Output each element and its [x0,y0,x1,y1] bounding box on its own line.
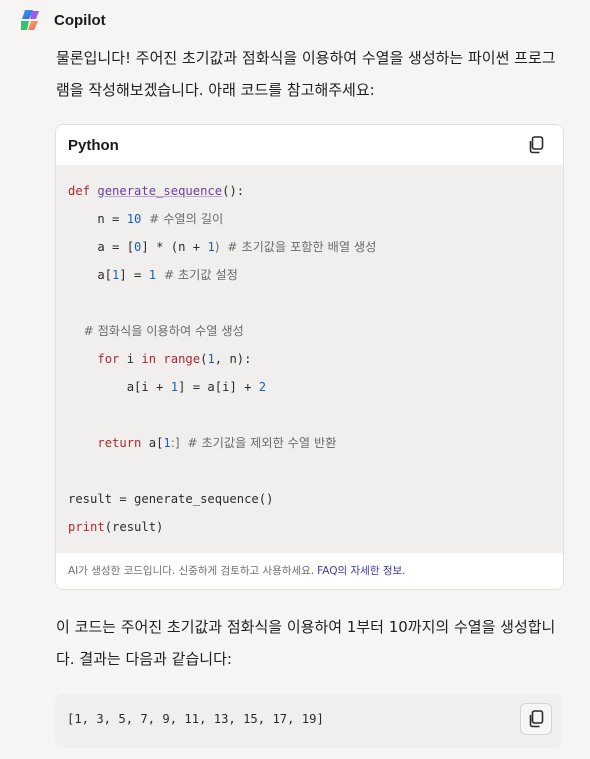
code-line: print(result) [68,513,551,541]
code-block: Python def generate_sequence(): n = 10 #… [55,124,564,590]
code-token: for [97,352,120,366]
copy-icon [529,710,544,728]
code-token: generate_sequence [97,184,223,198]
code-block-header: Python [56,125,563,165]
code-token: ] = a[i] + [178,380,259,394]
code-token: n = [68,212,127,226]
app-name: Copilot [54,11,106,29]
code-token: 1 [170,380,179,394]
code-token: return [97,436,142,450]
app-header: Copilot [18,8,106,32]
code-token: # 초기값 설정 [156,268,238,282]
code-token: 1 [163,436,171,450]
code-token: (): [222,184,245,198]
response-outro: 이 코드는 주어진 초기값과 점화식을 이용하여 1부터 10까지의 수열을 생… [56,618,556,668]
code-token: a = [ [68,240,135,254]
code-line: a[1] = 1 # 초기값 설정 [68,261,551,289]
code-token: a[ [68,268,113,282]
output-block: [1, 3, 5, 7, 9, 11, 13, 15, 17, 19] [55,694,562,748]
code-token: a[i + [68,380,171,394]
code-language-label: Python [68,136,119,154]
copilot-logo-icon [21,10,39,30]
disclaimer-text: AI가 생성한 코드입니다. 신중하게 검토하고 사용하세요. [68,565,315,577]
code-token: 1 [148,268,157,282]
code-token: , n): [214,352,252,366]
code-token: (result) [104,520,164,534]
code-token: ] = [119,268,149,282]
code-line: a[i + 1] = a[i] + 2 [68,373,551,401]
code-token: 1 [207,352,215,366]
code-token: 2 [258,380,267,394]
code-line: n = 10 # 수열의 길이 [68,205,551,233]
code-line: a = [0] * (n + 1) # 초기값을 포함한 배열 생성 [68,233,551,261]
code-token: 1 [207,240,215,254]
code-line: result = generate_sequence() [68,485,551,513]
code-token: :] # 초기값을 제외한 수열 반환 [170,436,337,450]
copy-output-button[interactable] [520,703,552,735]
code-token: ] * (n + [141,240,208,254]
code-token: # 수열의 길이 [141,212,224,226]
copy-icon [529,136,544,154]
code-line: for i in range(1, n): [68,345,551,373]
code-token: range [163,352,201,366]
response-intro: 물론입니다! 주어진 초기값과 점화식을 이용하여 수열을 생성하는 파이썬 프… [56,49,556,99]
output-text: [1, 3, 5, 7, 9, 11, 13, 15, 17, 19] [67,712,324,726]
code-token: ) # 초기값을 포함한 배열 생성 [214,240,377,254]
code-line: # 점화식을 이용하여 수열 생성 [68,317,551,345]
faq-link[interactable]: FAQ의 자세한 정보. [317,563,405,578]
code-line: return a[1:] # 초기값을 제외한 수열 반환 [68,429,551,457]
code-token: def [68,184,98,198]
code-token: i [119,352,142,366]
code-token: # 점화식을 이용하여 수열 생성 [68,324,244,338]
code-token: result = generate_sequence() [68,492,274,506]
code-content: def generate_sequence(): n = 10 # 수열의 길이… [56,165,563,553]
code-disclaimer: AI가 생성한 코드입니다. 신중하게 검토하고 사용하세요. FAQ의 자세한… [56,553,563,588]
code-token: in [141,352,157,366]
copy-code-button[interactable] [523,132,549,158]
code-token: a[ [141,436,164,450]
code-line: def generate_sequence(): [68,177,551,205]
code-token: 10 [126,212,142,226]
code-token: print [68,520,105,534]
